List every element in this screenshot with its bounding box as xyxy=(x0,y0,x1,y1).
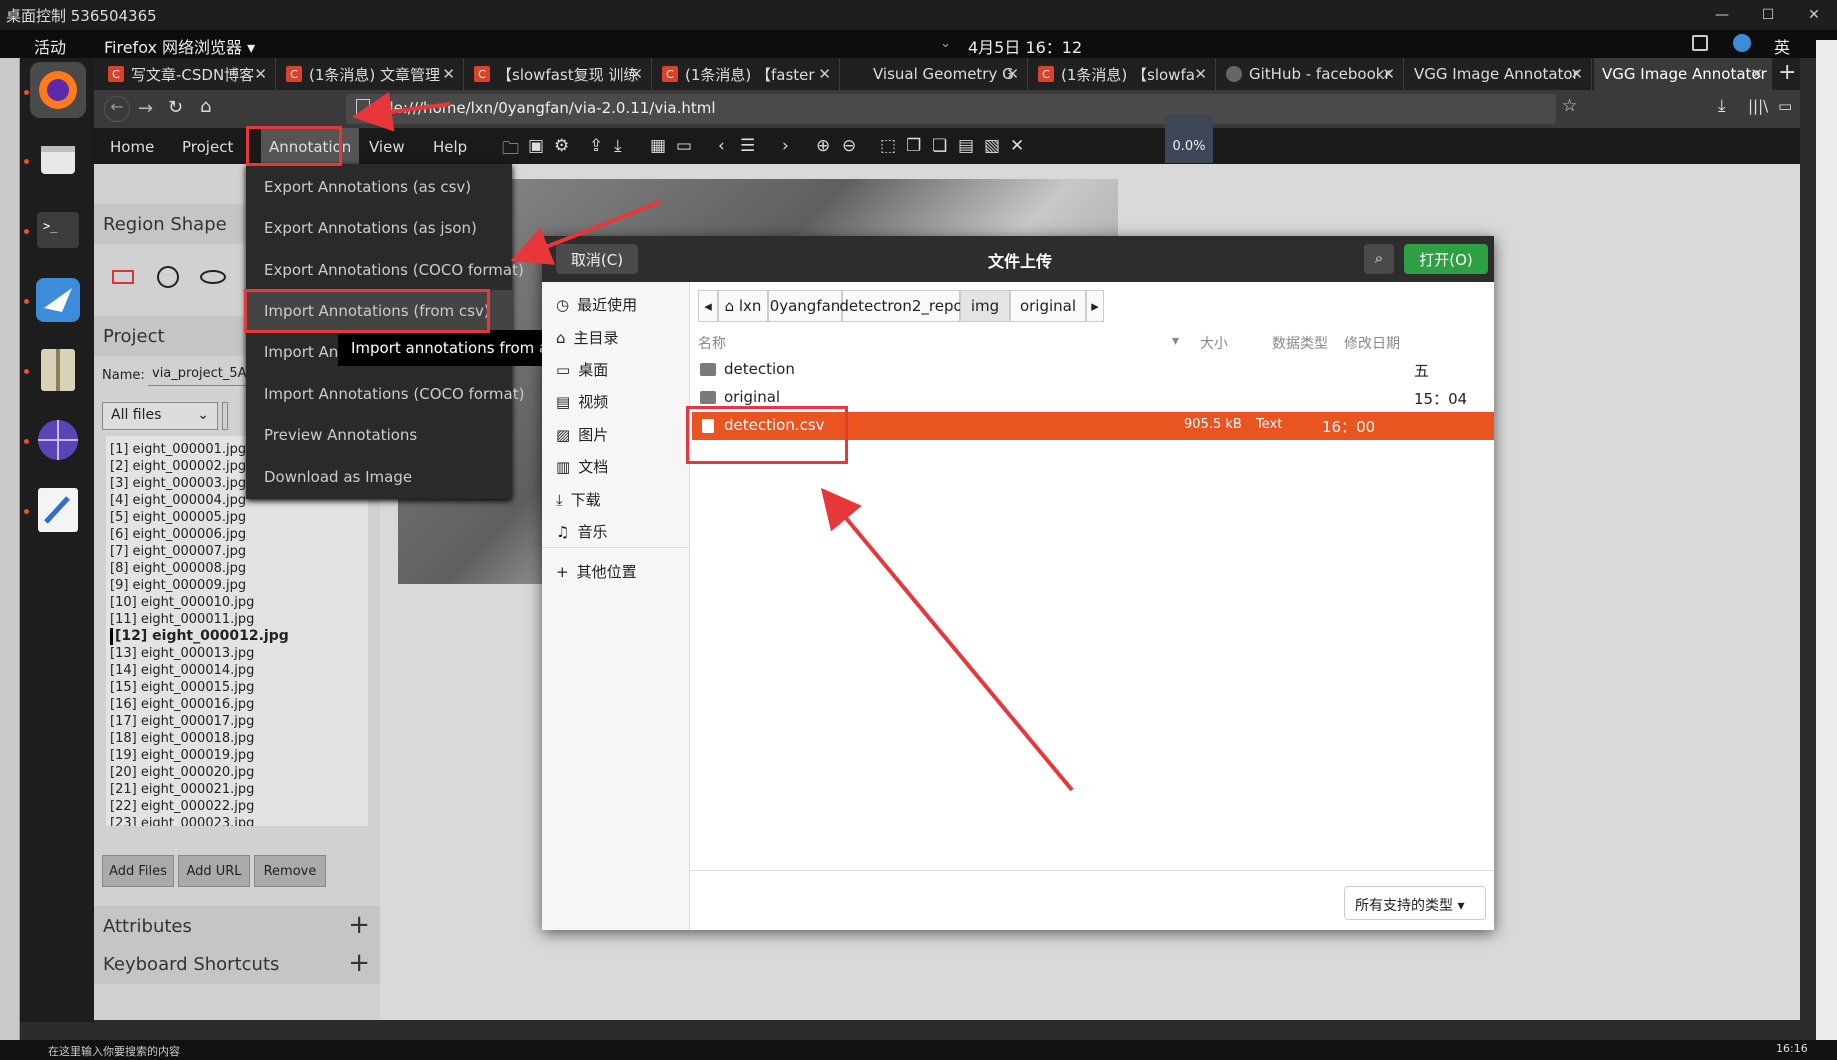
taskbar-search[interactable]: 在这里输入你要搜索的内容 xyxy=(48,1043,180,1059)
annotation-arrows xyxy=(352,91,1074,792)
arrow-to-annotation-menu xyxy=(352,91,451,132)
arrow-to-export-coco xyxy=(510,200,661,265)
arrow-to-detection-csv xyxy=(820,487,1074,792)
host-taskbar: 在这里输入你要搜索的内容 16:16 xyxy=(0,1040,1837,1060)
taskbar-time: 16:16 xyxy=(1776,1042,1808,1055)
